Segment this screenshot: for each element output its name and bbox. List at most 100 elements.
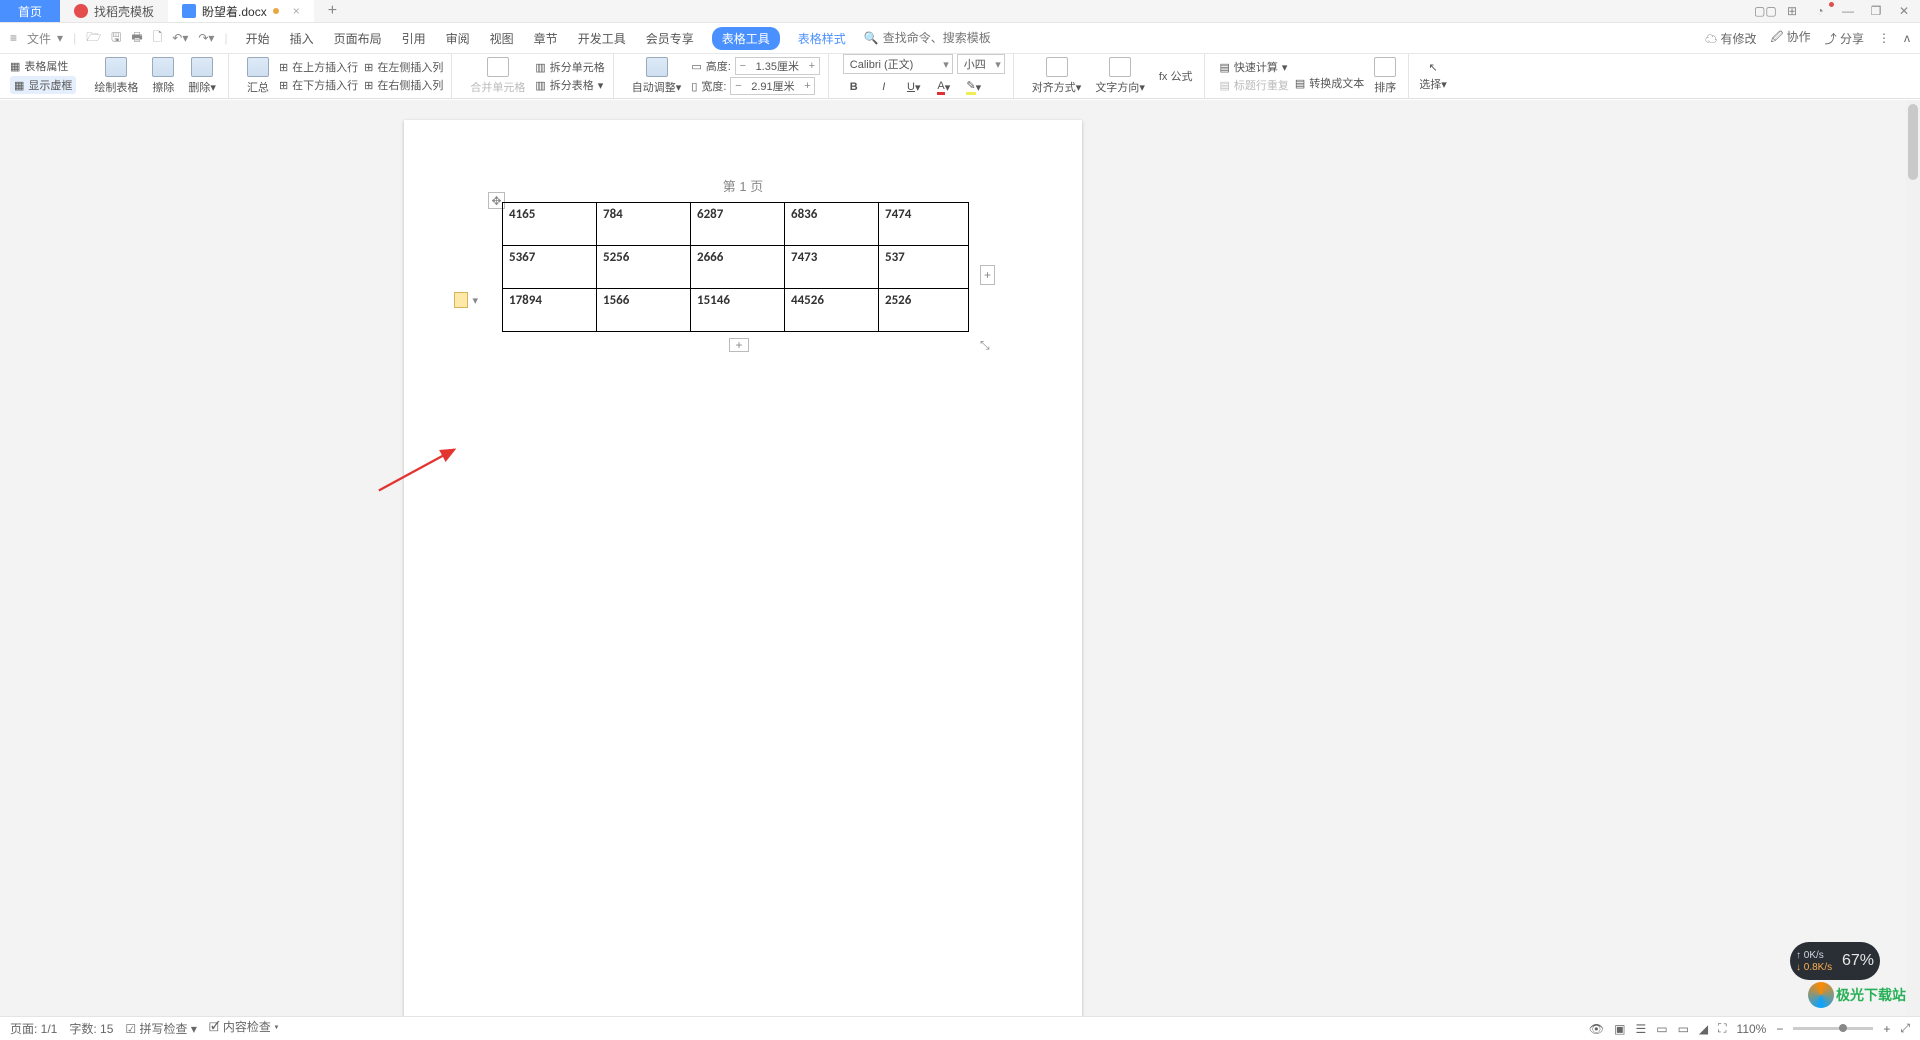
btn-align[interactable]: 对齐方式▾	[1028, 57, 1086, 95]
menu-file[interactable]: 文件▾	[27, 30, 63, 47]
cell[interactable]: 7474	[879, 203, 969, 246]
view-outline-icon[interactable]: ☰	[1635, 1022, 1646, 1036]
cell[interactable]: 17894	[503, 289, 597, 332]
cloud-changes[interactable]: ☁ 有修改	[1705, 30, 1756, 47]
size-combo[interactable]: 小四	[957, 54, 1005, 74]
fullscreen-icon[interactable]: ⤢	[1900, 1021, 1910, 1036]
btn-sort[interactable]: 排序	[1370, 57, 1400, 95]
collapse-ribbon-icon[interactable]: ʌ	[1904, 31, 1910, 45]
btn-ins-left[interactable]: ⊞ 在左侧插入列	[364, 59, 443, 75]
view-read-icon[interactable]: ▭	[1656, 1022, 1667, 1036]
fit-icon[interactable]: ⛶	[1718, 1021, 1726, 1036]
cell[interactable]: 6836	[785, 203, 879, 246]
cell[interactable]: 5367	[503, 246, 597, 289]
zoom-slider[interactable]	[1793, 1027, 1873, 1030]
scroll-thumb[interactable]	[1908, 104, 1918, 180]
vertical-scrollbar[interactable]	[1906, 100, 1920, 1016]
menu-start[interactable]: 开始	[244, 26, 272, 51]
btn-show-dashed[interactable]: ▦ 显示虚框	[10, 76, 76, 94]
btn-split-cell[interactable]: ▥ 拆分单元格	[535, 59, 604, 75]
cell[interactable]: 4165	[503, 203, 597, 246]
command-search[interactable]: 🔍	[864, 31, 993, 45]
share-button[interactable]: ⤴ 分享	[1825, 30, 1864, 47]
cell[interactable]: 1566	[597, 289, 691, 332]
font-combo[interactable]: Calibri (正文)	[843, 54, 953, 74]
tab-add[interactable]: +	[314, 0, 351, 22]
menu-tablestyle[interactable]: 表格样式	[796, 26, 848, 51]
bold-icon[interactable]: B	[843, 76, 865, 98]
apps-icon[interactable]: ⊞	[1782, 4, 1802, 18]
btn-table-props[interactable]: ▦ 表格属性	[10, 58, 76, 74]
btn-split-table[interactable]: ▥ 拆分表格▾	[535, 77, 604, 93]
status-page[interactable]: 页面: 1/1	[10, 1020, 57, 1037]
doc-table[interactable]: 4165 784 6287 6836 7474 5367 5256 2666 7…	[502, 202, 969, 332]
menu-vip[interactable]: 会员专享	[644, 26, 696, 51]
italic-icon[interactable]: I	[873, 76, 895, 98]
menu-dev[interactable]: 开发工具	[576, 26, 628, 51]
menu-ref[interactable]: 引用	[400, 26, 428, 51]
zoom-value[interactable]: 110%	[1737, 1022, 1767, 1036]
status-contentcheck[interactable]: 🗹 内容检查 ▾	[209, 1018, 279, 1039]
menu-section[interactable]: 章节	[532, 26, 560, 51]
btn-fx[interactable]: fx 公式	[1155, 68, 1197, 84]
qa-undo-icon[interactable]: ↶▾	[172, 31, 188, 45]
tab-close-icon[interactable]: ×	[293, 4, 300, 18]
view-page-icon[interactable]: ▣	[1614, 1022, 1625, 1036]
table-add-row-icon[interactable]: +	[729, 338, 749, 352]
btn-draw-table[interactable]: 绘制表格	[90, 57, 142, 95]
hamburger-icon[interactable]: ≡	[10, 31, 17, 45]
cell[interactable]: 15146	[691, 289, 785, 332]
qa-save-icon[interactable]: 🖫	[111, 28, 121, 49]
underline-icon[interactable]: U▾	[903, 76, 925, 98]
maximize-icon[interactable]: ❐	[1866, 4, 1886, 18]
cell[interactable]: 5256	[597, 246, 691, 289]
btn-quickcalc[interactable]: ▤ 快速计算▾	[1219, 59, 1288, 75]
btn-textdir[interactable]: 文字方向▾	[1091, 57, 1149, 95]
btn-delete[interactable]: 删除▾	[184, 57, 220, 95]
cell[interactable]: 2666	[691, 246, 785, 289]
zoom-out-icon[interactable]: −	[1776, 1022, 1783, 1036]
eye-icon[interactable]: 👁	[1589, 1022, 1604, 1036]
view-web-icon[interactable]: ▭	[1678, 1022, 1689, 1036]
qa-open-icon[interactable]: 🗁	[86, 28, 101, 49]
cell[interactable]: 784	[597, 203, 691, 246]
status-words[interactable]: 字数: 15	[69, 1020, 113, 1037]
cell[interactable]: 2526	[879, 289, 969, 332]
menu-review[interactable]: 审阅	[444, 26, 472, 51]
table-add-col-icon[interactable]: +	[980, 265, 995, 285]
cell[interactable]: 6287	[691, 203, 785, 246]
menu-insert[interactable]: 插入	[288, 26, 316, 51]
zoom-in-icon[interactable]: +	[1883, 1022, 1890, 1036]
fontcolor-icon[interactable]: A▾	[933, 76, 955, 98]
height-spin[interactable]: −1.35厘米+	[735, 57, 820, 75]
more-icon[interactable]: ⋮	[1878, 31, 1890, 45]
btn-sum[interactable]: 汇总	[243, 57, 273, 95]
cell[interactable]: 44526	[785, 289, 879, 332]
btn-ins-below[interactable]: ⊞ 在下方插入行	[279, 77, 358, 93]
menu-tabletools[interactable]: 表格工具	[712, 27, 780, 50]
btn-erase[interactable]: 擦除	[148, 57, 178, 95]
btn-ins-above[interactable]: ⊞ 在上方插入行	[279, 59, 358, 75]
highlight-icon[interactable]: ✎▾	[963, 76, 985, 98]
search-input[interactable]	[883, 31, 993, 45]
paste-options-icon[interactable]	[454, 292, 468, 308]
btn-totext[interactable]: ▤ 转换成文本	[1295, 75, 1364, 91]
collab-button[interactable]: 🖉 协作	[1770, 28, 1810, 49]
btn-autofit[interactable]: 自动调整▾	[628, 57, 686, 95]
table-resize-handle[interactable]: ⤡	[980, 338, 992, 350]
width-spin[interactable]: −2.91厘米+	[730, 77, 815, 95]
btn-select[interactable]: ↖选择▾	[1415, 61, 1451, 92]
minimize-icon[interactable]: —	[1838, 4, 1858, 18]
net-speed-widget[interactable]: ↑ 0K/s ↓ 0.8K/s 67%	[1790, 942, 1880, 980]
document-canvas[interactable]: 第 1 页 ✥ 4165 784 6287 6836 7474 5367 525…	[0, 100, 1906, 1016]
cell[interactable]: 537	[879, 246, 969, 289]
layout-icon[interactable]: ▢▢	[1754, 4, 1774, 18]
tab-doc[interactable]: 盼望着.docx ×	[168, 0, 314, 22]
menu-layout[interactable]: 页面布局	[332, 26, 384, 51]
menu-view[interactable]: 视图	[488, 26, 516, 51]
notify-icon[interactable]: ◔	[1810, 4, 1830, 18]
tab-templates[interactable]: 找稻壳模板	[60, 0, 168, 22]
qa-preview-icon[interactable]: 🗋	[153, 28, 163, 49]
btn-ins-right[interactable]: ⊞ 在右侧插入列	[364, 77, 443, 93]
cell[interactable]: 7473	[785, 246, 879, 289]
